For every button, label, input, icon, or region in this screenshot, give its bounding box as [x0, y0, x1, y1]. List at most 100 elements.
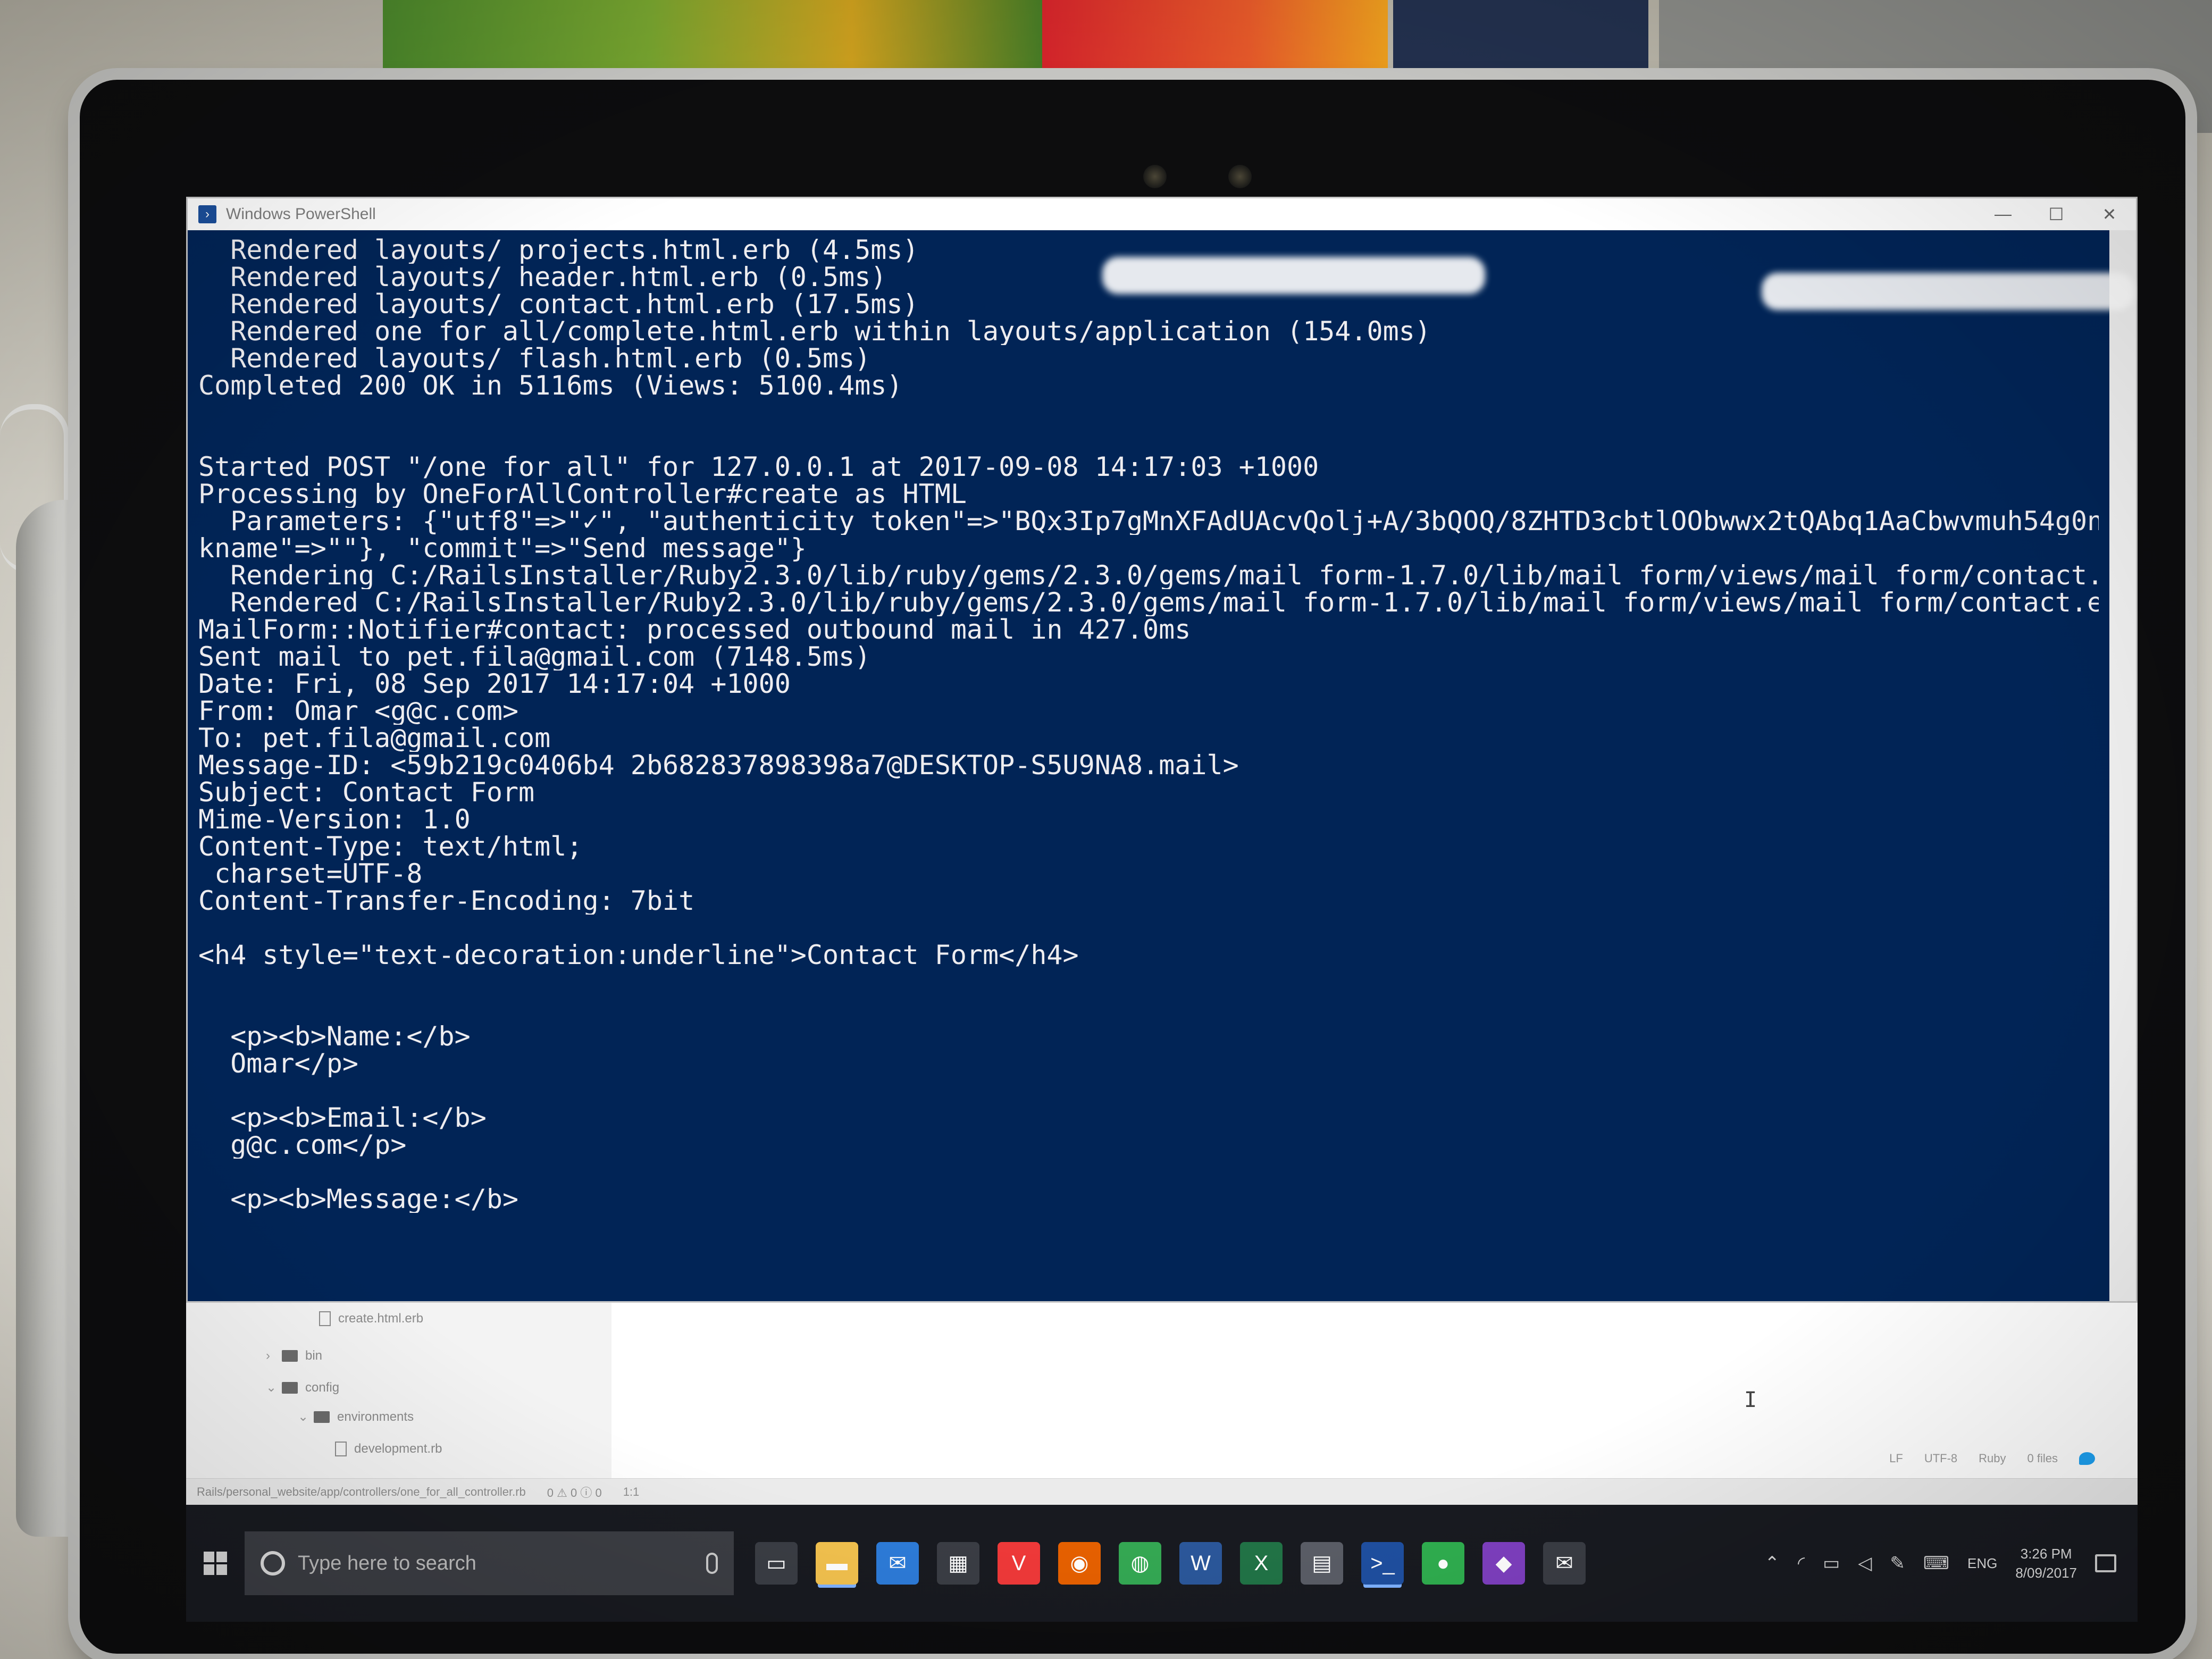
- tree-item-label: bin: [305, 1348, 323, 1363]
- encoding-indicator[interactable]: UTF-8: [1924, 1452, 1957, 1465]
- console-scrollbar[interactable]: [2109, 230, 2136, 1301]
- console-line: Date: Fri, 08 Sep 2017 14:17:04 +1000: [198, 671, 791, 698]
- minimize-button[interactable]: —: [1987, 204, 2019, 224]
- editor-statusbar: Rails/personal_website/app/controllers/o…: [186, 1478, 2138, 1505]
- console-line: <h4 style="text-decoration:underline">Co…: [198, 942, 1079, 969]
- file-icon: [335, 1442, 347, 1456]
- chevron-down-icon: ⌄: [266, 1380, 277, 1395]
- console-line: Completed 200 OK in 5116ms (Views: 5100.…: [198, 372, 903, 399]
- console-line: Rendered one_for_all/complete.html.erb w…: [198, 318, 1431, 345]
- tree-item[interactable]: create.html.erb: [319, 1308, 423, 1329]
- tree-item[interactable]: ⌄ environments: [298, 1406, 414, 1428]
- camera-sensor: [1143, 165, 1167, 188]
- tree-item[interactable]: ⌄ config: [266, 1377, 339, 1398]
- console-line: Content-Transfer-Encoding: 7bit: [198, 887, 695, 915]
- folder-icon: [282, 1350, 298, 1362]
- editor-status-right: LF UTF-8 Ruby 0 files: [1889, 1452, 2095, 1465]
- text-cursor-icon: I: [1744, 1388, 1757, 1412]
- keyboard-icon[interactable]: ⌨: [1923, 1553, 1949, 1574]
- battery-icon[interactable]: ▭: [1823, 1553, 1840, 1574]
- code-editor: create.html.erb › bin ⌄ config ⌄ environ…: [186, 1303, 2138, 1478]
- line-ending-indicator[interactable]: LF: [1889, 1452, 1903, 1465]
- mail-app-icon[interactable]: ✉: [876, 1542, 919, 1585]
- console-line: Rendered layouts/_flash.html.erb (0.5ms): [198, 345, 871, 372]
- console-line: <p><b>Email:</b>: [198, 1104, 487, 1132]
- excel-icon[interactable]: X: [1240, 1542, 1283, 1585]
- file-tree: create.html.erb › bin ⌄ config ⌄ environ…: [186, 1303, 611, 1478]
- console-line: Started POST "/one_for_all" for 127.0.0.…: [198, 454, 1319, 481]
- cortana-icon: [261, 1551, 285, 1576]
- vivaldi-icon[interactable]: V: [998, 1542, 1040, 1585]
- mail-icon[interactable]: ✉: [1543, 1542, 1586, 1585]
- powershell-icon[interactable]: >_: [1361, 1542, 1404, 1585]
- language-indicator[interactable]: ENG: [1967, 1555, 1997, 1572]
- twitter-icon[interactable]: [2079, 1452, 2095, 1465]
- tree-item-label: create.html.erb: [338, 1311, 424, 1326]
- powershell-icon: ›: [198, 205, 216, 223]
- screen: › Windows PowerShell — ☐ ✕ Rendered layo…: [186, 197, 2138, 1622]
- console-line: MailForm::Notifier#contact: processed ou…: [198, 616, 1191, 643]
- powershell-window[interactable]: › Windows PowerShell — ☐ ✕ Rendered layo…: [186, 197, 2138, 1303]
- search-placeholder: Type here to search: [298, 1552, 476, 1574]
- console-line: From: Omar <g@c.com>: [198, 698, 519, 725]
- console-line: g@c.com</p>: [198, 1132, 407, 1159]
- maximize-button[interactable]: ☐: [2040, 204, 2072, 224]
- linter-status[interactable]: 0 ⚠ 0 ⓘ 0: [547, 1484, 602, 1501]
- visual-studio-icon[interactable]: ◆: [1482, 1542, 1525, 1585]
- folder-icon: [314, 1411, 330, 1423]
- file-explorer-icon[interactable]: ▬: [816, 1542, 858, 1585]
- screen-glare: [1102, 257, 1485, 294]
- window-titlebar[interactable]: › Windows PowerShell — ☐ ✕: [188, 198, 2136, 230]
- grammar-indicator[interactable]: Ruby: [1979, 1452, 2006, 1465]
- clock[interactable]: 3:26 PM 8/09/2017: [2015, 1544, 2077, 1582]
- calculator-icon[interactable]: ▤: [1301, 1542, 1343, 1585]
- chevron-up-icon[interactable]: ⌃: [1764, 1553, 1780, 1574]
- console-line: Parameters: {"utf8"=>"✓", "authenticity_…: [198, 508, 2099, 535]
- window-title: Windows PowerShell: [226, 205, 376, 223]
- green-app-icon[interactable]: ●: [1422, 1542, 1464, 1585]
- git-files-indicator[interactable]: 0 files: [2027, 1452, 2058, 1465]
- console-output[interactable]: Rendered layouts/_projects.html.erb (4.5…: [188, 230, 2109, 1301]
- close-button[interactable]: ✕: [2093, 204, 2125, 224]
- firefox-icon[interactable]: ◉: [1058, 1542, 1101, 1585]
- console-line: <p><b>Message:</b>: [198, 1186, 519, 1213]
- chevron-right-icon: ›: [266, 1348, 270, 1363]
- pen-icon[interactable]: ✎: [1890, 1553, 1905, 1574]
- console-line: Sent mail to pet.fila@gmail.com (7148.5m…: [198, 643, 871, 671]
- console-line: Message-ID: <59b219c0406b4_2b68283789839…: [198, 752, 1239, 779]
- console-line: Content-Type: text/html;: [198, 833, 583, 860]
- tree-item[interactable]: › bin: [266, 1345, 322, 1367]
- file-icon: [319, 1311, 331, 1326]
- start-button[interactable]: [186, 1531, 245, 1595]
- store-icon[interactable]: ▦: [937, 1542, 979, 1585]
- console-line: kname"=>""}, "commit"=>"Send message"}: [198, 535, 807, 562]
- task-view-icon[interactable]: ▭: [755, 1542, 798, 1585]
- wifi-icon[interactable]: ◜: [1798, 1553, 1805, 1574]
- notification-center-icon[interactable]: [2095, 1554, 2116, 1572]
- microphone-icon[interactable]: [706, 1553, 718, 1574]
- tree-item[interactable]: development.rb: [335, 1438, 442, 1460]
- console-line: Rendered C:/RailsInstaller/Ruby2.3.0/lib…: [198, 589, 2099, 616]
- cursor-position[interactable]: 1:1: [623, 1485, 640, 1499]
- taskbar-search[interactable]: Type here to search: [245, 1531, 734, 1595]
- folder-icon: [282, 1382, 298, 1394]
- clock-time: 3:26 PM: [2020, 1546, 2072, 1562]
- photo-scene: › Windows PowerShell — ☐ ✕ Rendered layo…: [0, 0, 2212, 1659]
- file-path[interactable]: Rails/personal_website/app/controllers/o…: [197, 1485, 526, 1499]
- windows-icon: [204, 1552, 227, 1575]
- volume-icon[interactable]: ◁: [1858, 1553, 1872, 1574]
- chrome-icon[interactable]: ◍: [1119, 1542, 1161, 1585]
- system-tray: ⌃ ◜ ▭ ◁ ✎ ⌨ ENG 3:26 PM 8/09/2017: [1764, 1544, 2138, 1582]
- console-line: Omar</p>: [198, 1050, 359, 1077]
- console-line: Rendering C:/RailsInstaller/Ruby2.3.0/li…: [198, 562, 2099, 589]
- camera-lens: [1228, 165, 1252, 188]
- console-line: Processing by OneForAllController#create…: [198, 481, 967, 508]
- screen-glare: [1762, 273, 2134, 310]
- word-icon[interactable]: W: [1179, 1542, 1222, 1585]
